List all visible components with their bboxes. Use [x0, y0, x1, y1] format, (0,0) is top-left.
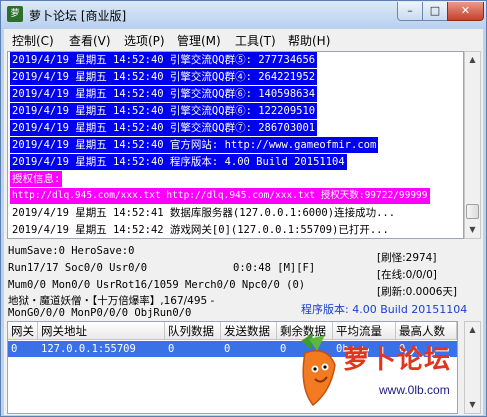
stat-monsters: Mum0/0 Mon0/0 UsrRot16/1059 Merch0/0 Npc…	[8, 279, 306, 291]
main-window: 萝 萝卜论坛 [商业版] – □ ✕ 控制(C) 查看(V) 选项(P) 管理(…	[0, 0, 487, 417]
stat-timer: 0:0:48 [M][F]	[233, 262, 316, 274]
cell-sent: 0	[224, 343, 231, 355]
log-line: 授权信息:	[10, 171, 63, 187]
menu-view[interactable]: 查看(V)	[69, 32, 111, 49]
maximize-button[interactable]: □	[422, 2, 448, 21]
log-line: 2019/4/19 星期五 14:52:42 游戏网关[0](127.0.0.1…	[12, 224, 389, 236]
log-line: 2019/4/19 星期五 14:52:40 引擎交流QQ群⑥: 1405986…	[10, 86, 318, 102]
menu-help[interactable]: 帮助(H)	[288, 32, 330, 49]
stat-online: [在线:0/0/0]	[377, 269, 437, 281]
column-header[interactable]: 网关	[8, 322, 38, 340]
logo-text: 萝卜论坛	[343, 345, 452, 375]
menu-manage[interactable]: 管理(M)	[177, 32, 221, 49]
version-label: 程序版本: 4.00 Build 20151104	[301, 303, 468, 316]
log-line: 2019/4/19 星期五 14:52:40 引擎交流QQ群⑥: 1222095…	[10, 103, 318, 119]
log-line: 2019/4/19 星期五 14:52:40 引擎交流QQ群⑤: 2777346…	[10, 52, 318, 68]
menu-tools[interactable]: 工具(T)	[235, 32, 276, 49]
log-line: 2019/4/19 星期五 14:52:40 官方网站: http://www.…	[10, 137, 379, 153]
stat-objects: MonG0/0/0 MonP0/0/0 ObjRun0/0	[8, 307, 192, 319]
log-panel[interactable]: 2019/4/19 星期五 14:52:40 引擎交流QQ群⑤: 2777346…	[7, 51, 464, 239]
title-bar[interactable]: 萝 萝卜论坛 [商业版] – □ ✕	[1, 1, 486, 29]
stat-save: HumSave:0 HeroSave:0	[8, 245, 135, 257]
log-line: 2019/4/19 星期五 14:52:40 引擎交流QQ群⑦: 2867030…	[10, 120, 318, 136]
minimize-button[interactable]: –	[397, 2, 423, 21]
column-header[interactable]: 队列数据	[165, 322, 221, 340]
scroll-up-icon[interactable]: ▲	[465, 52, 480, 68]
menu-bar: 控制(C) 查看(V) 选项(P) 管理(M) 工具(T) 帮助(H)	[4, 29, 483, 49]
scroll-down-icon[interactable]: ▼	[465, 222, 480, 238]
stat-refresh: [刷怪:2974]	[377, 252, 437, 264]
app-icon: 萝	[7, 6, 23, 22]
menu-control[interactable]: 控制(C)	[12, 32, 54, 49]
log-line: 2019/4/19 星期五 14:52:40 程序版本: 4.00 Build …	[10, 154, 347, 170]
log-scrollbar[interactable]: ▲ ▼	[464, 51, 481, 239]
menu-options[interactable]: 选项(P)	[124, 32, 165, 49]
cell-address: 127.0.0.1:55709	[41, 343, 136, 355]
logo-url: www.0lb.com	[379, 383, 450, 397]
log-line: 2019/4/19 星期五 14:52:41 数据库服务器(127.0.0.1:…	[12, 207, 396, 219]
luobo-logo: 萝卜论坛 www.0lb.com	[291, 331, 471, 411]
cell-gateway: 0	[11, 343, 18, 355]
cell-remaining: 0	[280, 343, 287, 355]
stat-refresh-rate: [刷新:0.0006天]	[377, 286, 457, 298]
log-line: http://dlq.945.com/xxx.txt http://dlq.94…	[10, 188, 430, 204]
scroll-thumb[interactable]	[466, 204, 479, 219]
column-header[interactable]: 发送数据	[221, 322, 277, 340]
cell-queue: 0	[168, 343, 175, 355]
log-line: 2019/4/19 星期五 14:52:40 引擎交流QQ群④: 2642219…	[10, 69, 318, 85]
stat-run: Run17/17 Soc0/0 Usr0/0	[8, 262, 148, 274]
window-title: 萝卜论坛 [商业版]	[29, 9, 127, 23]
column-header[interactable]: 网关地址	[38, 322, 165, 340]
stat-map: 地狱・魔道妖僧・【十万倍爆率】,167/495 -	[8, 295, 215, 307]
close-button[interactable]: ✕	[447, 2, 484, 21]
